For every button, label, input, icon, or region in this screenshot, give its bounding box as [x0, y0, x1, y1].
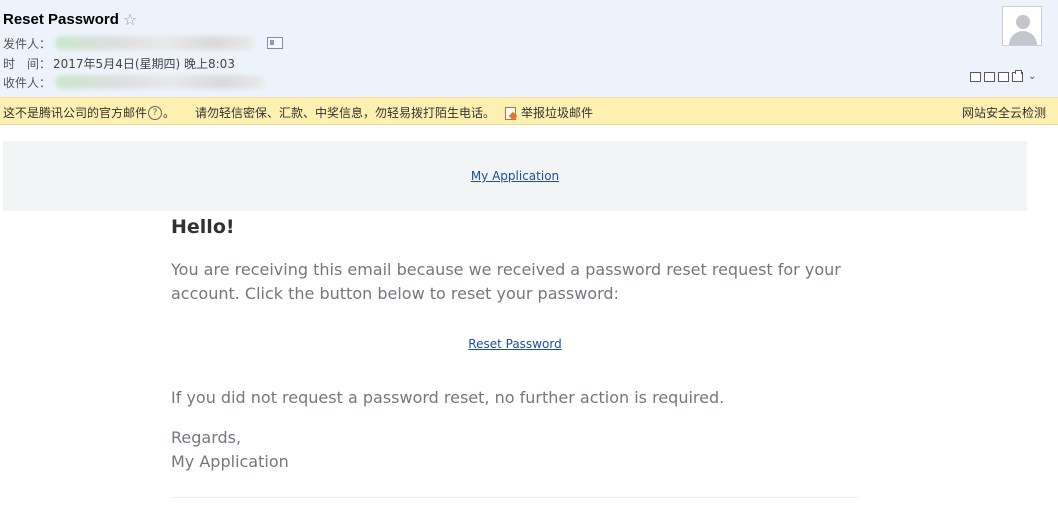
warning-not-official: 这不是腾讯公司的官方邮件 [3, 106, 148, 120]
from-row: 发件人： [3, 34, 284, 52]
outro-paragraph: If you did not request a password reset,… [171, 388, 725, 407]
contact-card-icon[interactable] [267, 37, 284, 49]
chevron-down-icon[interactable]: ⌄ [1028, 72, 1036, 82]
security-cloud-check-link[interactable]: 网站安全云检测 [962, 104, 1046, 121]
avatar-head [1016, 15, 1030, 29]
header-toolbar: ⌄ [970, 70, 1036, 84]
report-spam-icon[interactable] [505, 106, 517, 120]
signature-text: My Application [171, 452, 289, 471]
to-row: 收件人： [3, 73, 266, 91]
regards-text: Regards, [171, 428, 242, 447]
greeting-heading: Hello! [171, 216, 235, 238]
mail-header: Reset Password ☆ 发件人： 时 间： 2017年5月4日(星期四… [0, 0, 1058, 97]
recipient-address-redacted[interactable] [55, 75, 266, 89]
from-label: 发件人： [3, 36, 52, 51]
sign-off: Regards, My Application [171, 426, 289, 474]
security-warning-bar: 这不是腾讯公司的官方邮件 ? 。 请勿轻信密保、汇款、中奖信息，勿轻易拨打陌生电… [0, 97, 1058, 125]
print-icon[interactable] [1012, 70, 1023, 82]
avatar-body [1009, 31, 1037, 45]
reset-password-link[interactable]: Reset Password [171, 337, 859, 351]
time-label: 时 间： [3, 56, 52, 71]
warning-period: 。 [163, 106, 176, 120]
email-banner: My Application [3, 141, 1027, 211]
intro-paragraph: You are receiving this email because we … [171, 260, 841, 303]
sender-address-redacted[interactable] [55, 36, 256, 50]
app-name-link[interactable]: My Application [3, 169, 1027, 183]
document-icon[interactable] [984, 72, 995, 82]
help-icon[interactable]: ? [148, 105, 163, 120]
email-subject: Reset Password [3, 10, 119, 28]
to-label: 收件人： [3, 75, 52, 90]
warning-message: 这不是腾讯公司的官方邮件 ? 。 请勿轻信密保、汇款、中奖信息，勿轻易拨打陌生电… [3, 104, 593, 121]
report-spam-link[interactable]: 举报垃圾邮件 [521, 104, 593, 121]
footer-divider [171, 497, 859, 498]
folder-icon[interactable] [998, 72, 1009, 82]
time-row: 时 间： 2017年5月4日(星期四) 晚上8:03 [3, 54, 235, 72]
warning-advice: 请勿轻信密保、汇款、中奖信息，勿轻易拨打陌生电话。 [195, 106, 496, 120]
subject-row: Reset Password ☆ [3, 9, 137, 29]
star-icon[interactable]: ☆ [123, 10, 137, 29]
new-window-icon[interactable] [970, 72, 981, 82]
time-value: 2017年5月4日(星期四) 晚上8:03 [53, 56, 235, 71]
avatar-icon[interactable] [1002, 6, 1042, 46]
